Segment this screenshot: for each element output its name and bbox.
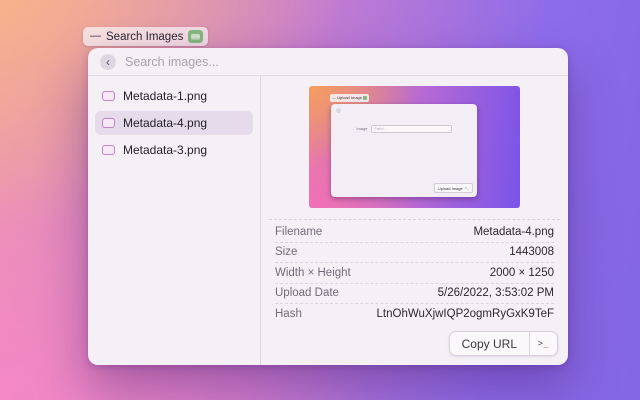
metadata-table: Filename Metadata-4.png Size 1443008 Wid…	[261, 220, 568, 324]
chevron-left-icon: ‹	[106, 56, 110, 68]
launcher-pill-label: Search Images	[106, 31, 183, 43]
metadata-label: Width × Height	[275, 267, 351, 279]
window-content: Metadata-1.png Metadata-4.png Metadata-3…	[88, 76, 568, 365]
metadata-value: 1443008	[509, 246, 554, 258]
metadata-value: 5/26/2022, 3:53:02 PM	[438, 287, 554, 299]
mini-extension-icon	[363, 96, 367, 100]
list-item-label: Metadata-4.png	[123, 116, 207, 130]
mini-form-label: Image	[356, 126, 367, 131]
image-file-icon	[102, 145, 115, 155]
metadata-value: LtnOhWuXjwIQP2ogmRyGxK9TeF	[377, 308, 554, 320]
extension-icon	[188, 30, 203, 43]
list-item-label: Metadata-1.png	[123, 89, 207, 103]
image-list: Metadata-1.png Metadata-4.png Metadata-3…	[88, 76, 261, 365]
launcher-pill[interactable]: — Search Images	[83, 27, 208, 46]
image-glyph-icon	[191, 34, 200, 40]
metadata-label: Hash	[275, 308, 302, 320]
metadata-row-filename: Filename Metadata-4.png	[275, 222, 554, 243]
mini-form: Image Path/…	[331, 125, 477, 133]
mini-file-input: Path/…	[371, 125, 451, 133]
metadata-label: Size	[275, 246, 297, 258]
image-file-icon	[102, 91, 115, 101]
search-input[interactable]: Search images...	[125, 55, 219, 69]
mini-terminal-icon: >_	[465, 186, 469, 190]
metadata-row-hash: Hash LtnOhWuXjwIQP2ogmRyGxK9TeF	[275, 304, 554, 324]
copy-url-split-button: Copy URL >_	[449, 331, 558, 356]
terminal-icon[interactable]: >_	[530, 332, 557, 355]
dash-icon: —	[90, 31, 101, 42]
mini-pill-label: Upload Image	[337, 95, 362, 100]
image-file-icon	[102, 118, 115, 128]
search-images-window: ‹ Search images... Metadata-1.png Metada…	[88, 48, 568, 365]
metadata-label: Upload Date	[275, 287, 339, 299]
metadata-row-size: Size 1443008	[275, 243, 554, 264]
copy-url-button[interactable]: Copy URL	[450, 332, 529, 355]
mini-launcher-pill: — Upload Image	[330, 94, 369, 102]
mini-upload-button: Upload Image >_	[434, 183, 473, 193]
search-bar: ‹ Search images...	[88, 48, 568, 76]
action-bar: Copy URL >_	[449, 331, 558, 356]
metadata-row-dimensions: Width × Height 2000 × 1250	[275, 263, 554, 284]
preview-area: — Upload Image Image Path/… Upload Image…	[261, 76, 568, 219]
list-item[interactable]: Metadata-1.png	[95, 84, 253, 108]
metadata-value: Metadata-4.png	[473, 226, 554, 238]
back-button[interactable]: ‹	[100, 54, 116, 70]
metadata-row-upload-date: Upload Date 5/26/2022, 3:53:02 PM	[275, 284, 554, 305]
image-preview-thumbnail: — Upload Image Image Path/… Upload Image…	[309, 86, 520, 208]
metadata-label: Filename	[275, 226, 322, 238]
list-item-label: Metadata-3.png	[123, 143, 207, 157]
mini-upload-window: Image Path/… Upload Image >_	[331, 104, 477, 197]
list-item-selected[interactable]: Metadata-4.png	[95, 111, 253, 135]
metadata-value: 2000 × 1250	[490, 267, 554, 279]
mini-back-button	[336, 108, 341, 113]
detail-panel: — Upload Image Image Path/… Upload Image…	[261, 76, 568, 365]
list-item[interactable]: Metadata-3.png	[95, 138, 253, 162]
